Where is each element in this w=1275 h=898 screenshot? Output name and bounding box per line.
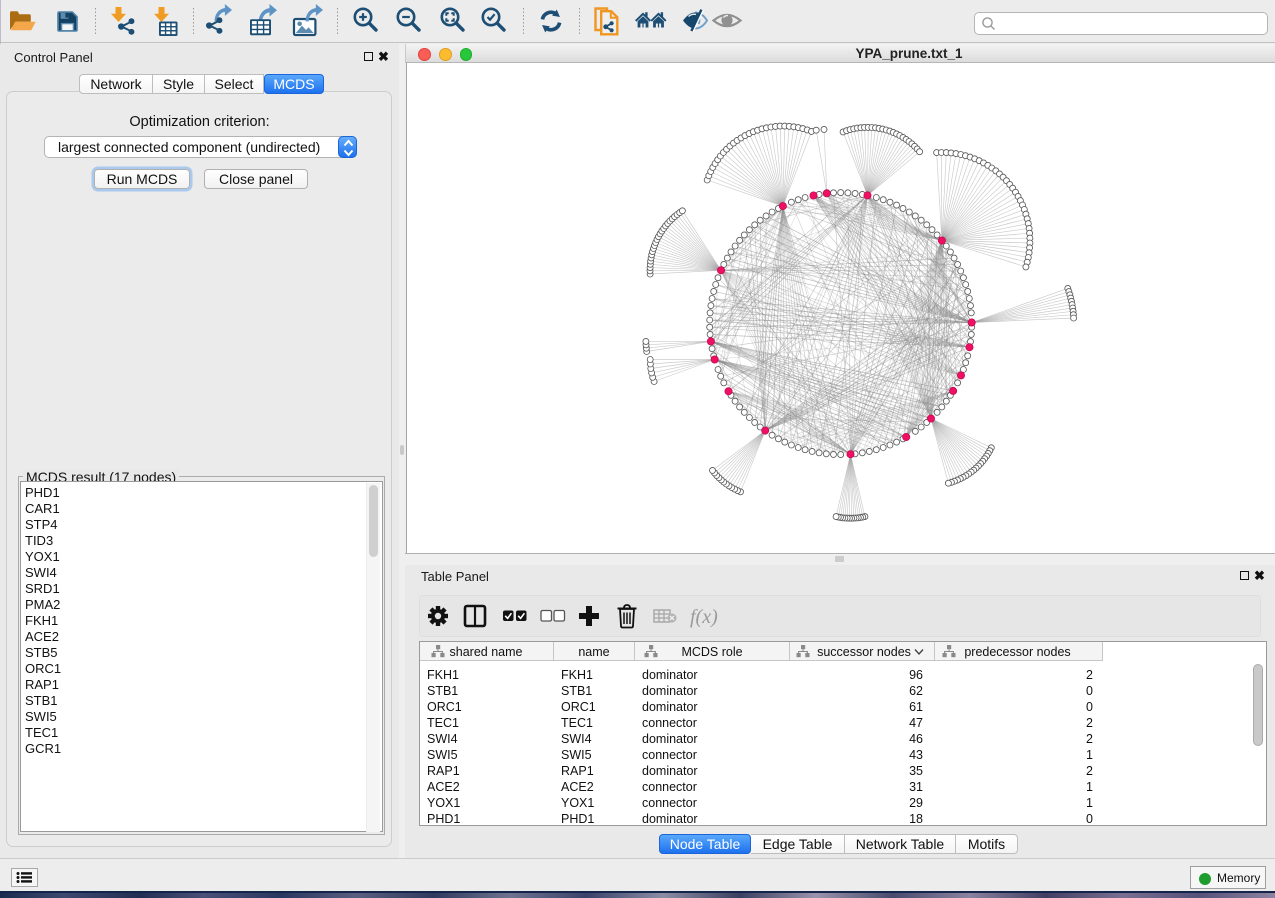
svg-text:f(x): f(x) xyxy=(690,606,718,628)
